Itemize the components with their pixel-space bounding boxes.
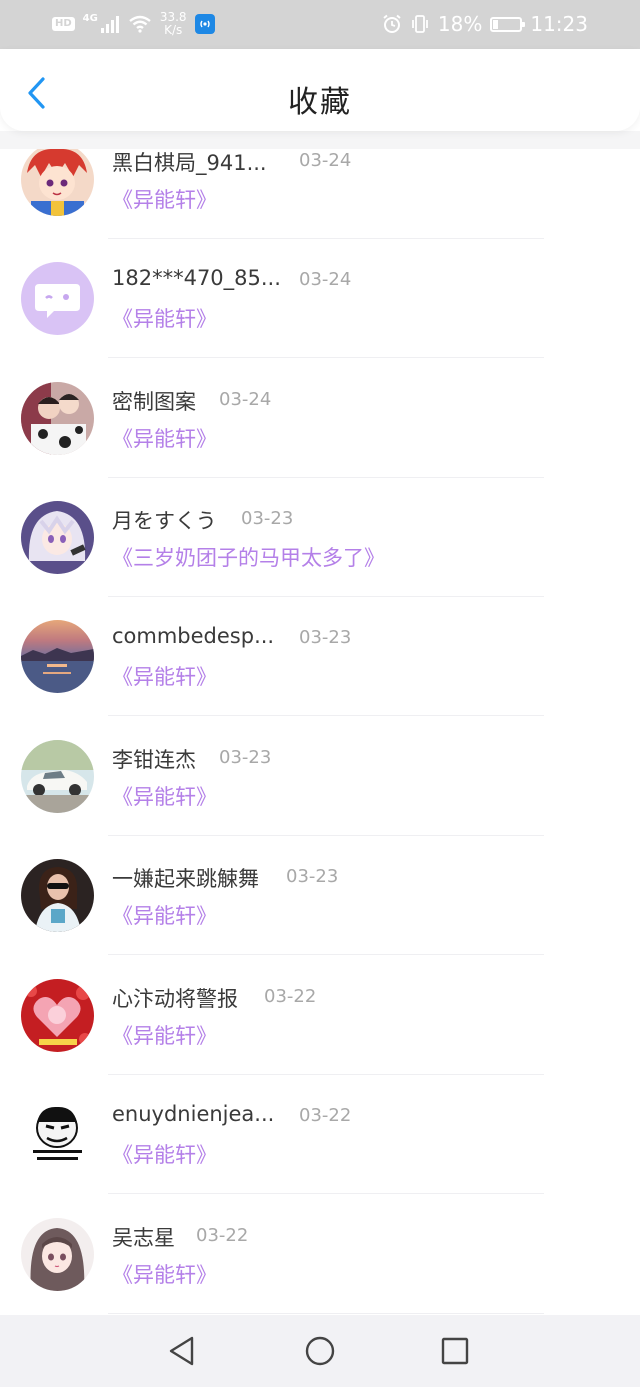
favorite-date: 03-23 — [241, 508, 294, 529]
row-divider — [108, 238, 544, 239]
row-divider — [108, 1074, 544, 1075]
avatar[interactable] — [21, 143, 94, 216]
favorites-list[interactable]: 黑白棋局_941... 03-24 《异能轩》 182***470_85... 03-2… — [0, 143, 640, 1315]
user-name: enuydnienjea... — [112, 1102, 275, 1126]
row-divider — [108, 477, 544, 478]
book-title-link[interactable]: 《异能轩》 — [112, 184, 217, 214]
clock: 11:23 — [530, 12, 588, 36]
avatar[interactable] — [21, 620, 94, 693]
book-title-link[interactable]: 《异能轩》 — [112, 900, 217, 930]
user-name: 心汴动将警报 — [112, 987, 238, 1011]
app-header: 收藏 — [0, 49, 640, 131]
header-gap — [0, 131, 640, 149]
avatar[interactable] — [21, 1098, 94, 1171]
book-title-link[interactable]: 《异能轩》 — [112, 661, 217, 691]
favorite-date: 03-23 — [299, 627, 352, 648]
favorite-date: 03-22 — [299, 1105, 352, 1126]
network-type: 4G — [82, 12, 98, 24]
book-title-link[interactable]: 《异能轩》 — [112, 1139, 217, 1169]
row-divider — [108, 954, 544, 955]
status-left: HD 4G 33.8 K/s — [52, 9, 215, 39]
nav-recents-button[interactable] — [437, 1333, 473, 1369]
user-name: commbedesp... — [112, 624, 275, 648]
user-name: 吴志星 — [112, 1226, 175, 1250]
list-item[interactable]: 心汴动将警报 03-22 《异能轩》 — [0, 979, 640, 1099]
book-title-link[interactable]: 《异能轩》 — [112, 1259, 217, 1289]
user-name: 密制图案 — [112, 390, 196, 414]
avatar[interactable] — [21, 859, 94, 932]
avatar[interactable] — [21, 979, 94, 1052]
circle-home-icon — [305, 1336, 335, 1366]
row-divider — [108, 1313, 544, 1314]
list-item[interactable]: 李钳连杰 03-23 《异能轩》 — [0, 740, 640, 860]
row-divider — [108, 1193, 544, 1194]
list-item[interactable]: 密制图案 03-24 《异能轩》 — [0, 382, 640, 502]
hotspot-icon — [194, 14, 215, 34]
favorite-date: 03-24 — [299, 269, 352, 290]
list-item[interactable]: 182***470_85... 03-24 《异能轩》 — [0, 262, 640, 382]
square-recents-icon — [441, 1337, 469, 1365]
favorite-date: 03-24 — [299, 150, 352, 171]
list-item[interactable]: 月をすくう 03-23 《三岁奶团子的马甲太多了》 — [0, 501, 640, 621]
book-title-link[interactable]: 《三岁奶团子的马甲太多了》 — [112, 542, 385, 572]
hd-badge: HD — [52, 17, 75, 31]
avatar[interactable] — [21, 501, 94, 574]
user-name: 182***470_85... — [112, 266, 281, 290]
book-title-link[interactable]: 《异能轩》 — [112, 423, 217, 453]
speed-unit: K/s — [164, 23, 183, 37]
user-name: 月をすくう — [112, 509, 217, 533]
list-item[interactable]: commbedesp... 03-23 《异能轩》 — [0, 620, 640, 740]
favorite-date: 03-23 — [219, 747, 272, 768]
triangle-back-icon — [169, 1336, 194, 1366]
row-divider — [108, 835, 544, 836]
avatar[interactable] — [21, 382, 94, 455]
row-divider — [108, 715, 544, 716]
battery-percent: 18% — [437, 12, 483, 36]
wifi-icon — [129, 15, 151, 33]
book-title-link[interactable]: 《异能轩》 — [112, 1020, 217, 1050]
status-right: 18% 11:23 — [382, 9, 588, 39]
favorite-date: 03-22 — [196, 1225, 249, 1246]
avatar[interactable] — [21, 1218, 94, 1291]
signal-icon — [100, 16, 119, 33]
nav-back-button[interactable] — [164, 1333, 200, 1369]
book-title-link[interactable]: 《异能轩》 — [112, 781, 217, 811]
favorite-date: 03-22 — [264, 986, 317, 1007]
favorite-date: 03-24 — [219, 389, 272, 410]
user-name: 黑白棋局_941... — [112, 151, 267, 175]
user-name: 李钳连杰 — [112, 748, 196, 772]
list-item[interactable]: 一嫌起来跳觫舞 03-23 《异能轩》 — [0, 859, 640, 979]
user-name: 一嫌起来跳觫舞 — [112, 867, 259, 891]
book-title-link[interactable]: 《异能轩》 — [112, 303, 217, 333]
list-item[interactable]: enuydnienjea... 03-22 《异能轩》 — [0, 1098, 640, 1218]
row-divider — [108, 357, 544, 358]
vibrate-icon — [412, 15, 428, 33]
nav-home-button[interactable] — [302, 1333, 338, 1369]
battery-icon — [490, 16, 526, 32]
page-title: 收藏 — [288, 85, 352, 120]
row-divider — [108, 596, 544, 597]
avatar[interactable] — [21, 262, 94, 335]
list-item[interactable]: 吴志星 03-22 《异能轩》 — [0, 1218, 640, 1315]
alarm-icon — [383, 14, 401, 33]
favorite-date: 03-23 — [286, 866, 339, 887]
status-bar: HD 4G 33.8 K/s 18% 11:23 — [0, 0, 640, 49]
avatar[interactable] — [21, 740, 94, 813]
network-speed: 33.8 K/s — [160, 11, 187, 37]
navigation-bar — [0, 1315, 640, 1387]
list-item[interactable]: 黑白棋局_941... 03-24 《异能轩》 — [0, 143, 640, 263]
